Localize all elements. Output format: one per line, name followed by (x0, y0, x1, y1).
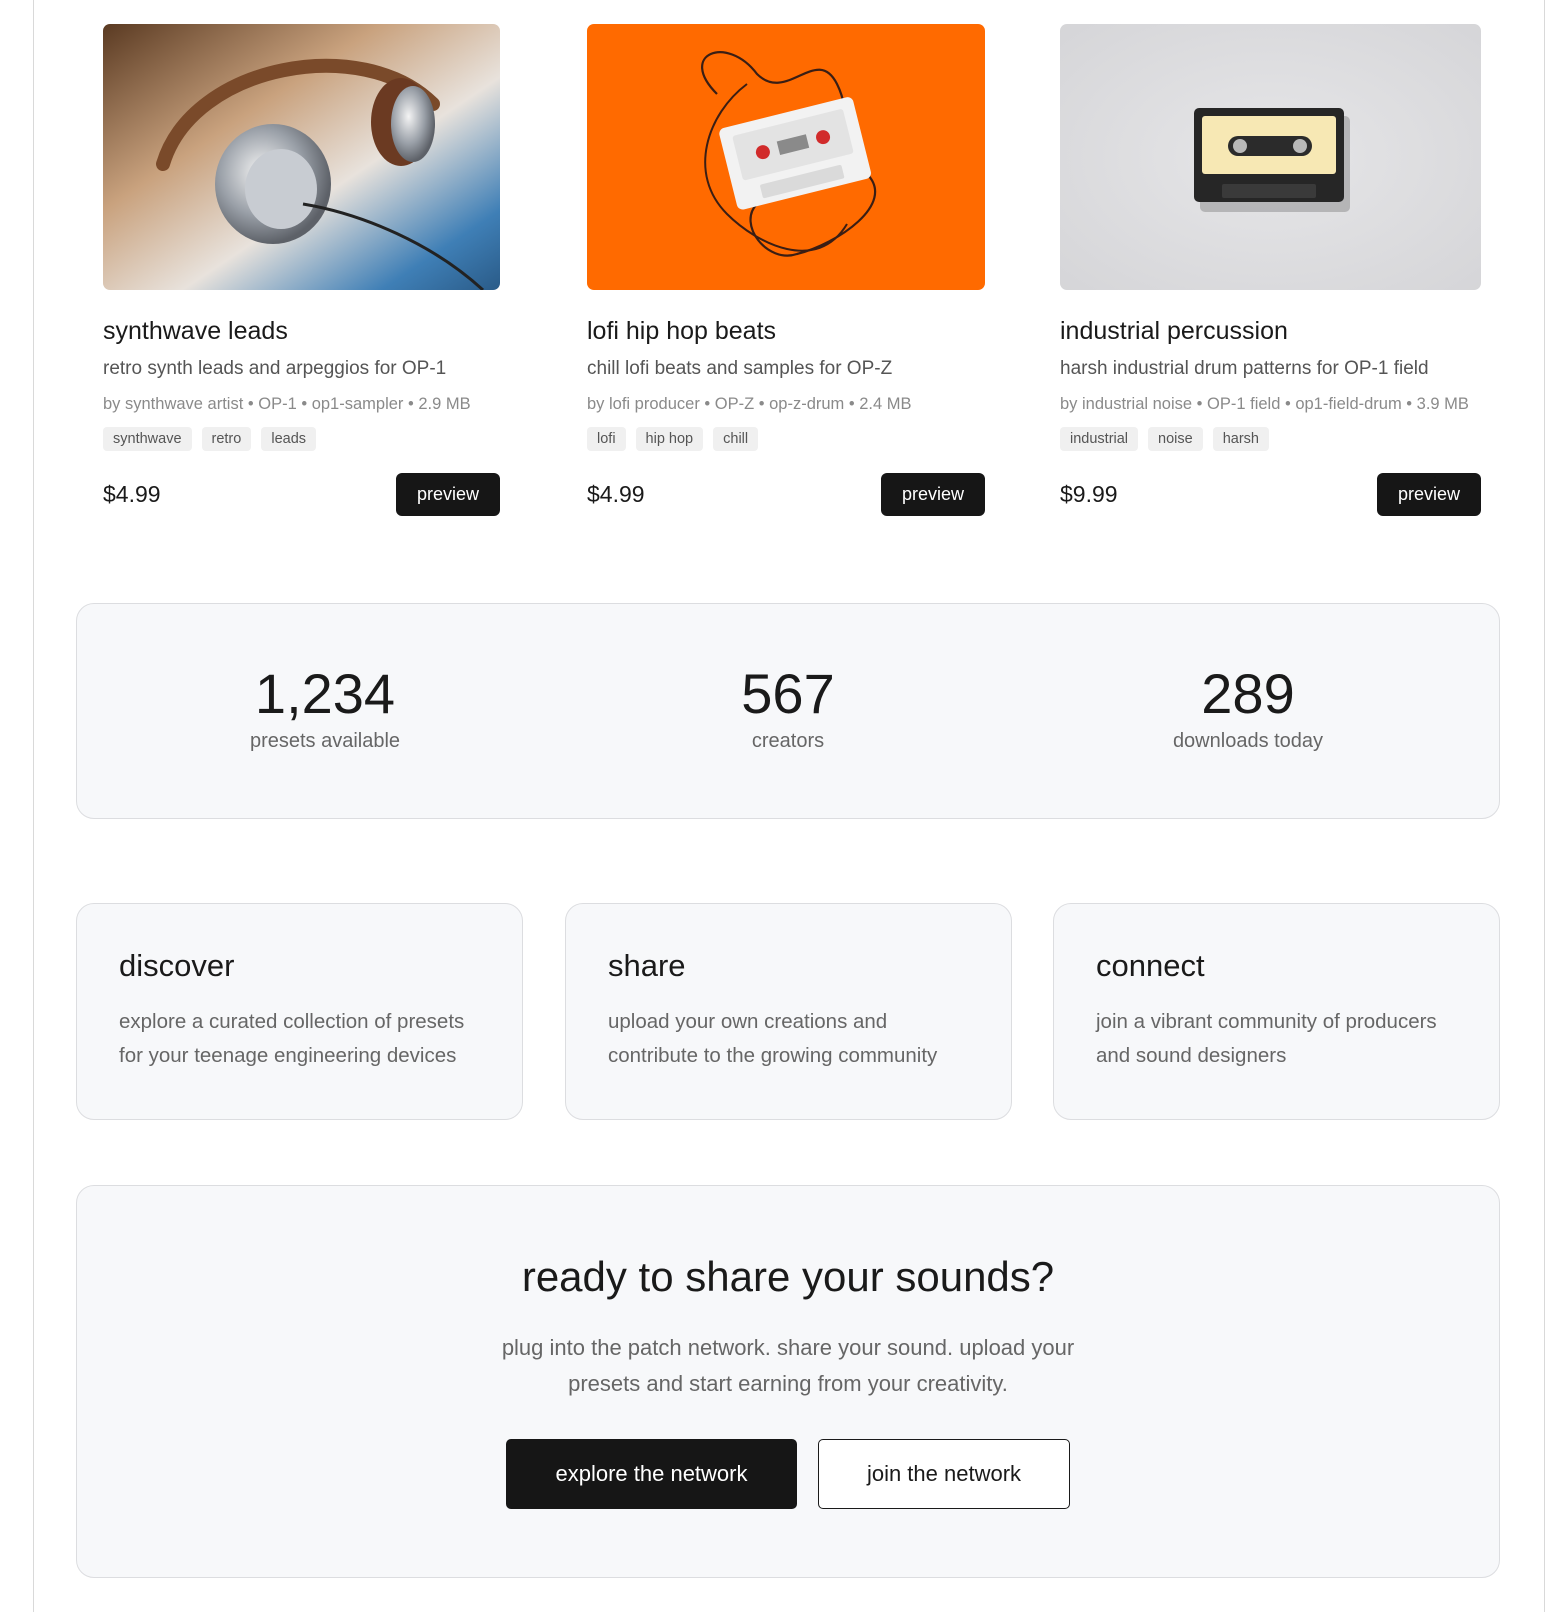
feature-title: discover (119, 948, 235, 983)
feature-text: explore a curated collection of presets … (119, 1010, 465, 1067)
feature-title: share (608, 948, 686, 983)
cassette-on-orange-photo[interactable] (587, 24, 985, 290)
preset-description: retro synth leads and arpeggios for OP-1 (103, 358, 447, 379)
preset-card[interactable]: synthwave leads retro synth leads and ar… (103, 24, 500, 517)
stat-value: 1,234 (254, 662, 396, 725)
cta-panel: ready to share your sounds? plug into th… (76, 1185, 1500, 1578)
tag[interactable]: lofi (587, 427, 626, 452)
stat-creators: 567 creators (588, 666, 988, 753)
feature-discover: discover explore a curated collection of… (76, 903, 523, 1120)
tag[interactable]: retro (201, 427, 252, 452)
preview-button[interactable]: preview (395, 473, 500, 517)
stats-panel: 1,234 presets available 567 creators 289… (76, 603, 1500, 819)
preset-card[interactable]: industrial percussion harsh industrial d… (1060, 24, 1481, 517)
cta-title: ready to share your sounds? (521, 1253, 1055, 1300)
stat-value: 567 (741, 662, 835, 725)
preset-description: chill lofi beats and samples for OP-Z (587, 358, 893, 379)
preset-meta: by lofi producer • OP-Z • op-z-drum • 2.… (587, 394, 912, 413)
preset-name[interactable]: industrial percussion (1060, 316, 1481, 346)
headphones-photo[interactable] (103, 24, 500, 290)
join-network-button[interactable]: join the network (818, 1438, 1070, 1509)
price: $4.99 (587, 481, 645, 508)
preview-button[interactable]: preview (1376, 473, 1481, 517)
stat-value: 289 (1201, 662, 1295, 725)
tag-list: synthwave retro leads (103, 427, 500, 452)
stat-label: downloads today (1172, 730, 1324, 752)
stat-label: presets available (249, 730, 401, 752)
price: $9.99 (1060, 481, 1118, 508)
feature-text: upload your own creations and contribute… (608, 1010, 938, 1067)
tag-list: lofi hip hop chill (587, 427, 985, 452)
card-footer: $4.99 preview (587, 473, 985, 517)
preset-card[interactable]: lofi hip hop beats chill lofi beats and … (587, 24, 985, 517)
tag[interactable]: chill (713, 427, 759, 452)
price: $4.99 (103, 481, 161, 508)
feature-text: join a vibrant community of producers an… (1096, 1010, 1437, 1067)
tag[interactable]: synthwave (103, 427, 192, 452)
card-footer: $4.99 preview (103, 473, 500, 517)
card-footer: $9.99 preview (1060, 473, 1481, 517)
feature-share: share upload your own creations and cont… (565, 903, 1012, 1120)
black-cassette-photo[interactable] (1060, 24, 1481, 290)
feature-connect: connect join a vibrant community of prod… (1053, 903, 1500, 1120)
cta-text: plug into the patch network. share your … (501, 1335, 1075, 1397)
tag[interactable]: industrial (1060, 427, 1139, 452)
preset-description: harsh industrial drum patterns for OP-1 … (1060, 358, 1429, 379)
preset-meta: by synthwave artist • OP-1 • op1-sampler… (103, 394, 471, 413)
tag[interactable]: noise (1148, 427, 1203, 452)
tag[interactable]: leads (261, 427, 317, 452)
tag[interactable]: harsh (1212, 427, 1269, 452)
stat-presets: 1,234 presets available (125, 666, 525, 753)
preset-name[interactable]: lofi hip hop beats (587, 316, 985, 346)
cta-actions: explore the network join the network (77, 1438, 1499, 1509)
preset-meta: by industrial noise • OP-1 field • op1-f… (1060, 394, 1469, 413)
feature-title: connect (1096, 948, 1205, 983)
preview-button[interactable]: preview (880, 473, 985, 517)
preset-name[interactable]: synthwave leads (103, 316, 500, 346)
tag[interactable]: hip hop (635, 427, 704, 452)
explore-network-button[interactable]: explore the network (506, 1438, 797, 1509)
stat-label: creators (751, 730, 825, 752)
stat-downloads: 289 downloads today (1048, 666, 1448, 753)
tag-list: industrial noise harsh (1060, 427, 1481, 452)
